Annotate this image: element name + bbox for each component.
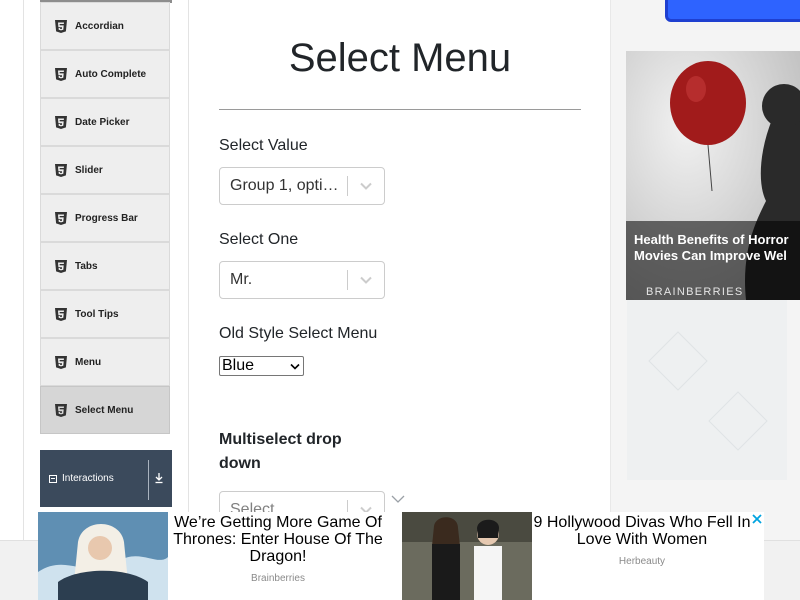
sidebar-item-label: Accordian (75, 20, 124, 32)
chevron-down-icon (287, 358, 303, 374)
select-one-dropdown[interactable]: Mr. (219, 261, 385, 299)
chevron-down-icon[interactable] (348, 262, 384, 298)
sidebar-item-label: Tabs (75, 260, 98, 272)
html5-icon (55, 115, 67, 129)
select-one-label: Select One (219, 231, 299, 248)
bottom-ad-banner: We’re Getting More Game Of Thrones: Ente… (38, 512, 764, 600)
sidebar-item-menu[interactable]: Menu (40, 338, 170, 386)
download-arrow-icon[interactable] (153, 470, 165, 486)
html5-icon (55, 163, 67, 177)
page: Accordian Auto Complete Date Picker Slid… (0, 0, 800, 600)
sidebar-item-slider[interactable]: Slider (40, 146, 170, 194)
sidebar-item-progress-bar[interactable]: Progress Bar (40, 194, 170, 242)
banner-ad-image-right[interactable] (402, 512, 532, 600)
select-one-current: Mr. (230, 271, 253, 288)
chevron-down-icon[interactable] (348, 168, 384, 204)
banner-left-source: Brainberries (251, 573, 305, 584)
sidebar-menu-list: Accordian Auto Complete Date Picker Slid… (40, 2, 170, 434)
banner-right-headline[interactable]: 9 Hollywood Divas Who Fell In Love With … (532, 514, 752, 548)
sidebar-item-tool-tips[interactable]: Tool Tips (40, 290, 170, 338)
side-ad-headline: Health Benefits of Horror Movies Can Imp… (634, 232, 800, 264)
sidebar-item-select-menu[interactable]: Select Menu (40, 386, 170, 434)
sidebar-item-label: Auto Complete (75, 68, 147, 80)
banner-left-headline[interactable]: We’re Getting More Game Of Thrones: Ente… (172, 514, 384, 565)
sidebar-item-date-picker[interactable]: Date Picker (40, 98, 170, 146)
select-value-label: Select Value (219, 137, 308, 154)
old-style-select-value: Blue (222, 357, 255, 374)
banner-right-headline-line: Love With Women (576, 531, 708, 548)
banner-right-headline-line: 9 Hollywood Divas Who Fell In (533, 514, 751, 531)
group-header-divider (148, 460, 149, 500)
sidebar-item-label: Date Picker (75, 116, 130, 128)
sidebar-item-label: Progress Bar (75, 212, 138, 224)
html5-icon (55, 355, 67, 369)
html5-icon (55, 67, 67, 81)
multiselect-label: Multiselect drop down (219, 431, 342, 472)
ad-background-pattern (627, 300, 787, 480)
html5-icon (55, 403, 67, 417)
page-title: Select Menu (288, 36, 512, 80)
html5-icon (55, 259, 67, 273)
sidebar-item-accordian[interactable]: Accordian (40, 2, 170, 50)
side-ad-source: BRAINBERRIES (646, 286, 744, 298)
title-divider (219, 109, 581, 110)
chevron-down-icon (391, 495, 405, 503)
html5-icon (55, 19, 67, 33)
old-style-select-label: Old Style Select Menu (219, 325, 378, 342)
top-ad-button[interactable] (665, 0, 800, 22)
side-ad-headline-line: Movies Can Improve Wel (634, 248, 787, 263)
sidebar-item-auto-complete[interactable]: Auto Complete (40, 50, 170, 98)
side-ad-card[interactable]: Health Benefits of Horror Movies Can Imp… (626, 51, 800, 300)
sidebar-item-label: Menu (75, 356, 102, 368)
close-x-icon[interactable] (750, 512, 764, 526)
html5-icon (55, 307, 67, 321)
sidebar-group-label: Interactions (62, 473, 114, 484)
sidebar-item-label: Slider (75, 164, 103, 176)
select-value-dropdown[interactable]: Group 1, option 1 (219, 167, 385, 205)
side-ad-headline-line: Health Benefits of Horror (634, 232, 789, 247)
banner-right-source: Herbeauty (618, 556, 666, 567)
select-value-current: Group 1, option 1 (230, 177, 347, 194)
banner-ad-image-left[interactable] (38, 512, 168, 600)
html5-icon (55, 211, 67, 225)
sidebar-item-label: Tool Tips (75, 308, 119, 320)
sidebar-item-tabs[interactable]: Tabs (40, 242, 170, 290)
sidebar-item-label: Select Menu (75, 404, 134, 416)
old-style-select[interactable]: Blue (219, 356, 304, 376)
sidebar-group-interactions[interactable]: Interactions (40, 450, 172, 507)
collapse-square-icon (49, 474, 57, 483)
